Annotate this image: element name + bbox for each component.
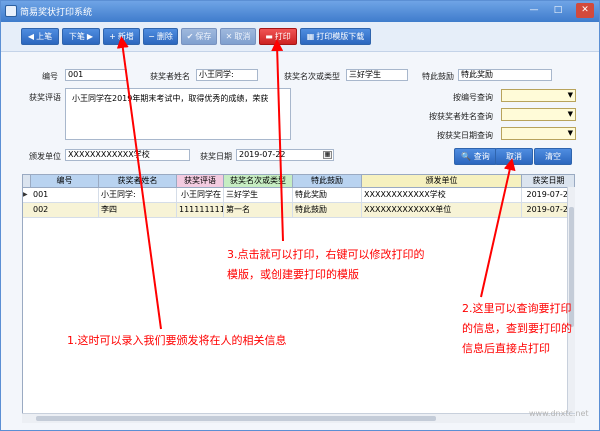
annotation-arrows <box>116 36 516 330</box>
arrow-to-add-button <box>116 36 162 330</box>
watermark: www.dnxtc.net <box>529 409 589 418</box>
app-window: 简易奖状打印系统 — □ ✕ ◀ 上笔 下笔 ▶ + 新增 − 删除 ✔ 保存 ✕ 取消 ▬… <box>0 0 600 431</box>
arrow-to-print-button <box>271 39 284 242</box>
arrow-to-query-panel <box>480 158 516 298</box>
